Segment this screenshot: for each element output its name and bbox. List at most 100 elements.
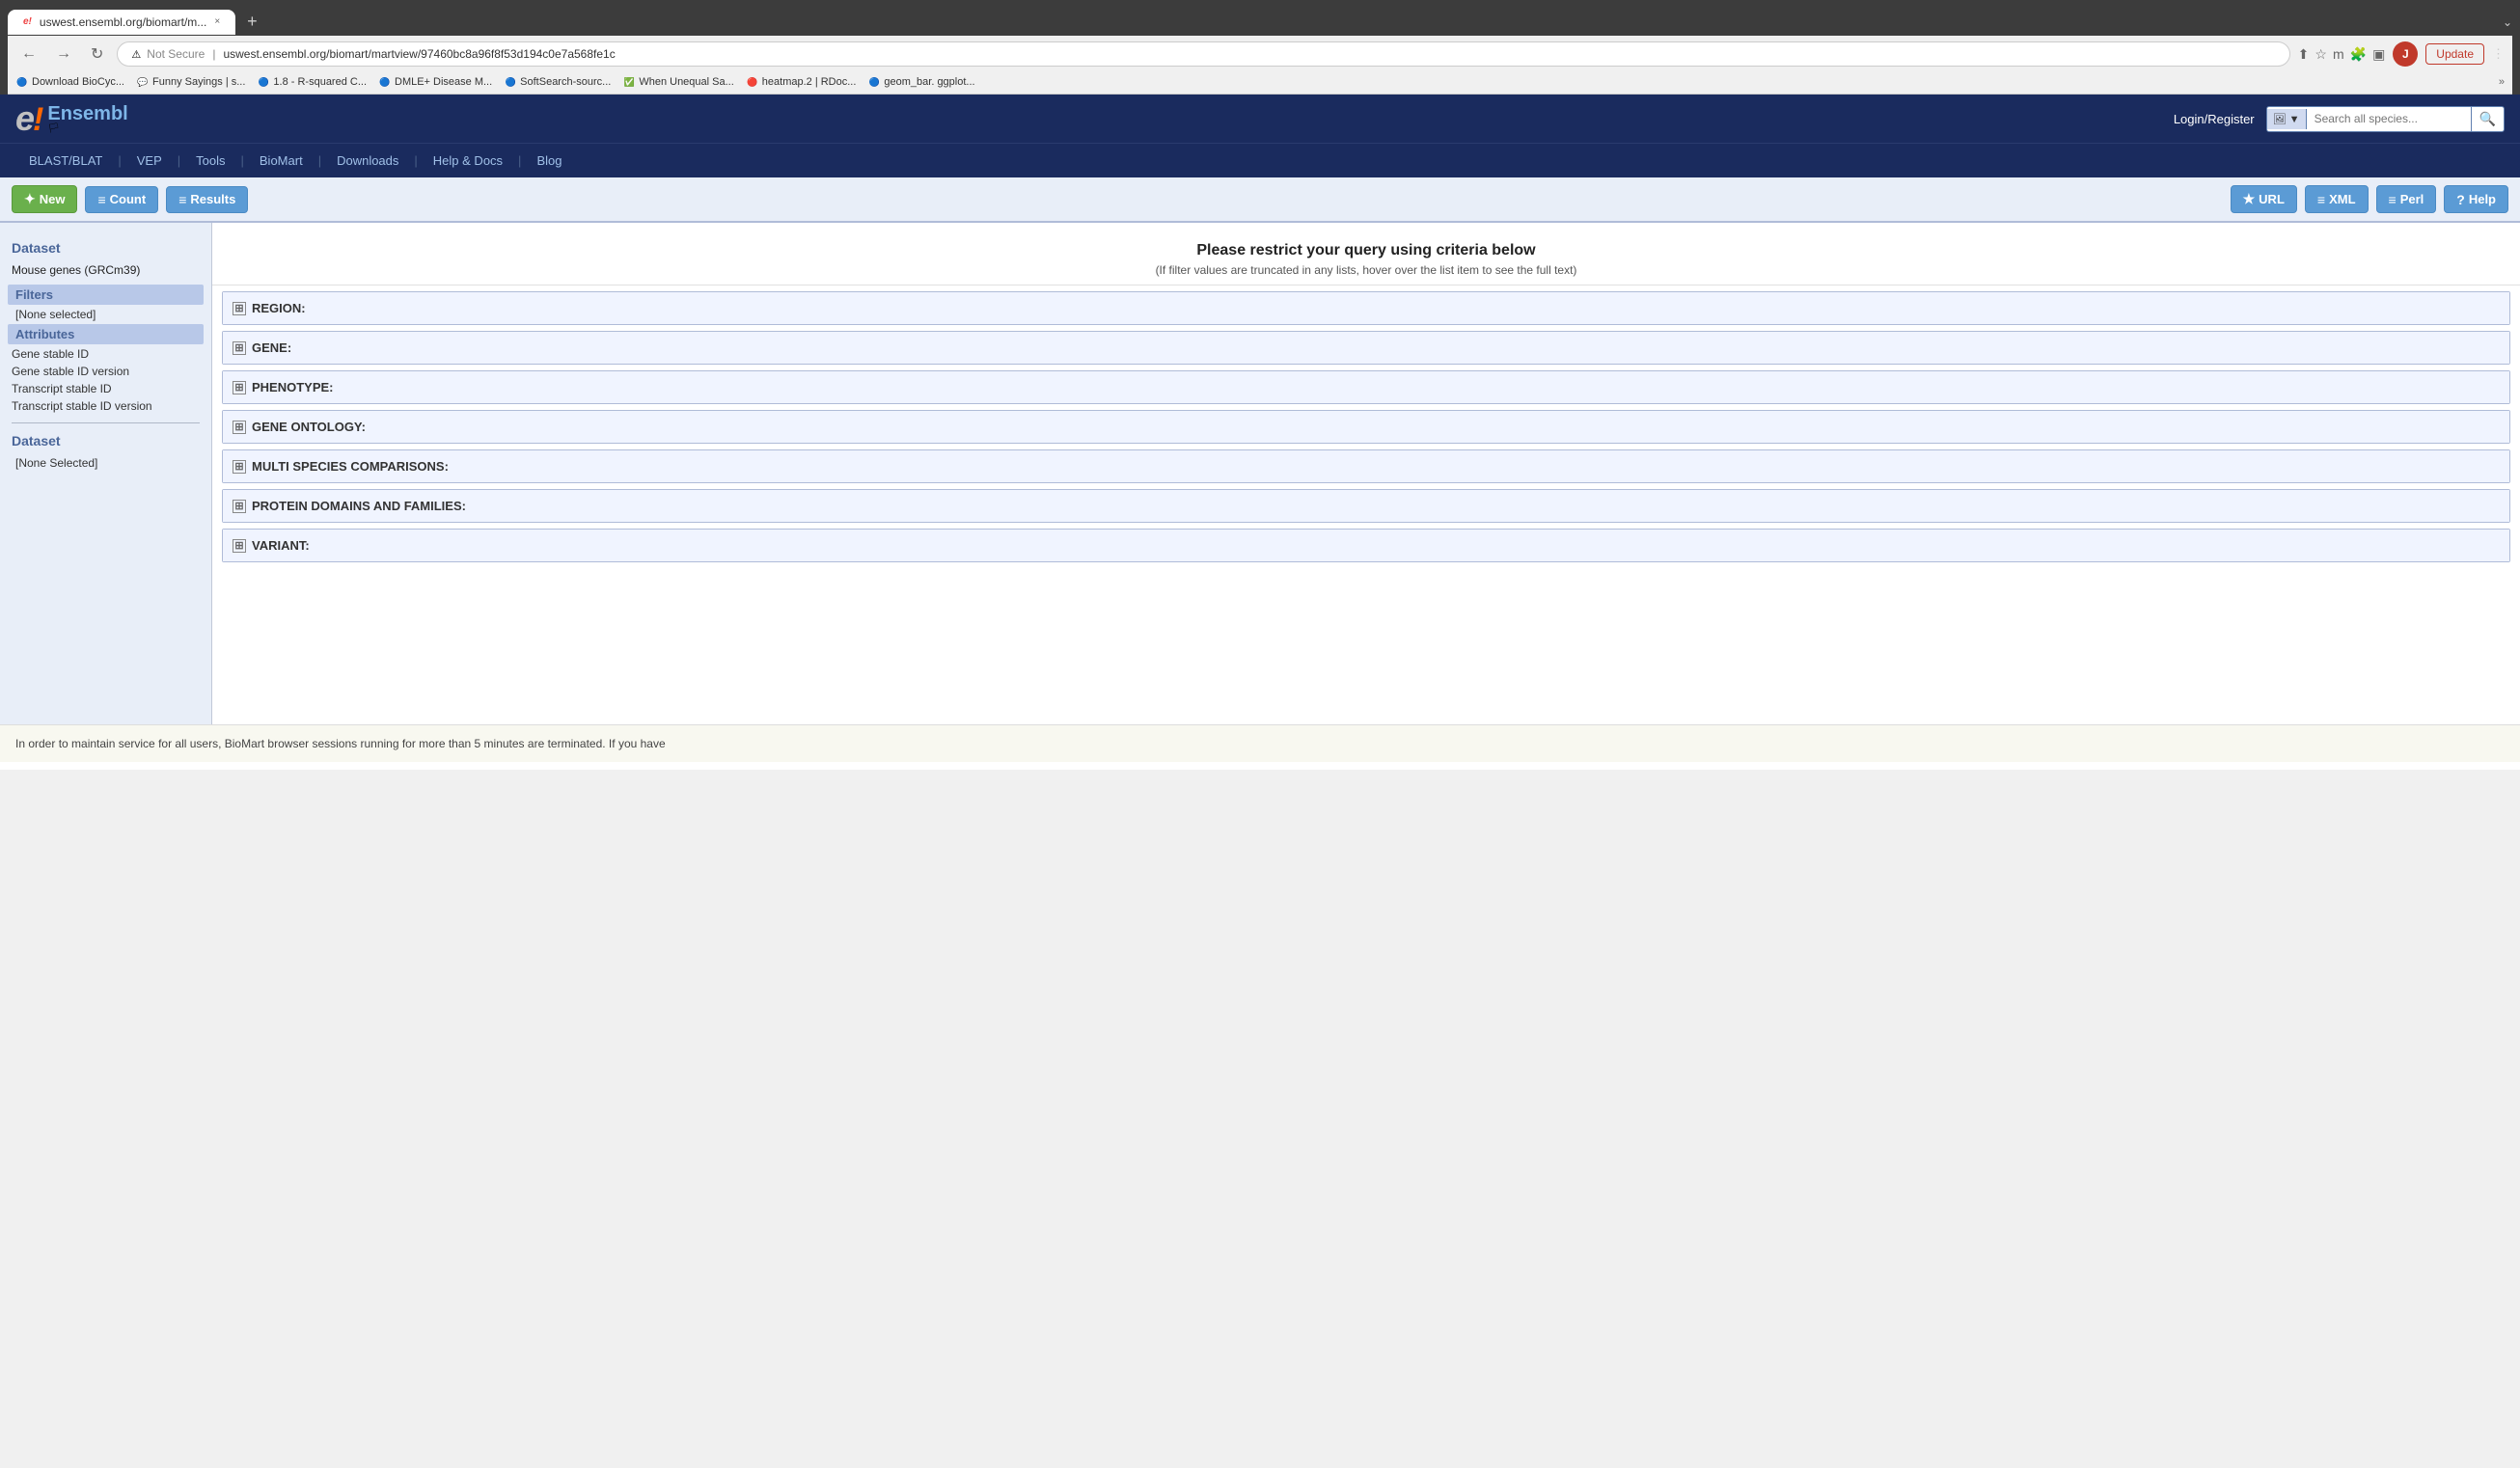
bookmark-3[interactable]: 🔵 DMLE+ Disease M... — [378, 75, 492, 89]
filter-section-region-row[interactable]: ⊞ REGION: — [223, 292, 2509, 324]
filter-section-multi-species-row[interactable]: ⊞ MULTI SPECIES COMPARISONS: — [223, 450, 2509, 482]
search-input[interactable] — [2307, 108, 2471, 129]
bookmark-2[interactable]: 🔵 1.8 - R-squared C... — [257, 75, 367, 89]
help-label: Help — [2469, 192, 2496, 206]
bookmark-label-5: When Unequal Sa... — [639, 76, 733, 88]
sidebar-filters[interactable]: Filters — [8, 285, 204, 305]
expand-gene-icon: ⊞ — [233, 341, 246, 355]
new-button[interactable]: ✦ New — [12, 185, 77, 213]
perl-icon: ≡ — [2389, 192, 2397, 207]
sidebar-attr-transcript-stable-id-version[interactable]: Transcript stable ID version — [8, 397, 204, 415]
filter-section-gene-row[interactable]: ⊞ GENE: — [223, 332, 2509, 364]
nav-sep-2: | — [239, 144, 246, 177]
filter-header: Please restrict your query using criteri… — [212, 223, 2520, 285]
expand-region-icon: ⊞ — [233, 302, 246, 315]
nav-help-docs[interactable]: Help & Docs — [420, 144, 516, 177]
ensembl-header: e! Ensembl 🏳 Login/Register 🖼 ▼ 🔍 — [0, 95, 2520, 177]
perl-button[interactable]: ≡ Perl — [2376, 185, 2437, 213]
bookmark-0[interactable]: 🔵 Download BioCyc... — [15, 75, 124, 89]
user-avatar[interactable]: J — [2393, 41, 2418, 67]
separator: | — [212, 47, 215, 61]
filter-section-variant-row[interactable]: ⊞ VARIANT: — [223, 530, 2509, 561]
sidebar-attr-gene-stable-id[interactable]: Gene stable ID — [8, 345, 204, 363]
filter-multi-species-label: MULTI SPECIES COMPARISONS: — [252, 459, 449, 474]
back-button[interactable]: ← — [15, 43, 42, 65]
bottom-notice: In order to maintain service for all use… — [0, 724, 2520, 762]
filter-protein-domains-label: PROTEIN DOMAINS AND FAMILIES: — [252, 499, 466, 513]
sidebar-toggle-icon[interactable]: ▣ — [2372, 46, 2385, 63]
filter-phenotype-label: PHENOTYPE: — [252, 380, 334, 394]
url-icon: ★ — [2243, 191, 2256, 207]
sidebar-attributes[interactable]: Attributes — [8, 324, 204, 344]
xml-button[interactable]: ≡ XML — [2305, 185, 2369, 213]
bookmark-favicon-0: 🔵 — [15, 75, 29, 89]
bookmark-7[interactable]: 🔵 geom_bar. ggplot... — [867, 75, 974, 89]
m-icon[interactable]: m — [2333, 46, 2344, 62]
new-tab-button[interactable]: + — [239, 8, 265, 36]
filter-title: Please restrict your query using criteri… — [228, 242, 2505, 259]
species-search: 🖼 ▼ 🔍 — [2266, 106, 2505, 132]
security-icon: ⚠ — [131, 48, 141, 61]
sidebar-attr-gene-stable-id-version[interactable]: Gene stable ID version — [8, 363, 204, 380]
extensions-icon[interactable]: 🧩 — [2350, 46, 2367, 63]
results-label: Results — [190, 192, 235, 206]
tab-bar: e! uswest.ensembl.org/biomart/m... × + ⌄ — [8, 8, 2512, 36]
tab-close-button[interactable]: × — [214, 16, 220, 27]
species-selector-icon: 🖼 ▼ — [2273, 114, 2300, 125]
bookmark-1[interactable]: 💬 Funny Sayings | s... — [136, 75, 245, 89]
expand-protein-domains-icon: ⊞ — [233, 500, 246, 513]
species-selector-button[interactable]: 🖼 ▼ — [2267, 109, 2307, 129]
bookmark-6[interactable]: 🔴 heatmap.2 | RDoc... — [746, 75, 857, 89]
bookmark-favicon-3: 🔵 — [378, 75, 392, 89]
filter-section-gene-ontology-row[interactable]: ⊞ GENE ONTOLOGY: — [223, 411, 2509, 443]
nav-biomart[interactable]: BioMart — [246, 144, 316, 177]
share-icon[interactable]: ⬆ — [2298, 46, 2310, 63]
sidebar: Dataset Mouse genes (GRCm39) Filters [No… — [0, 223, 212, 724]
logo-text-area: Ensembl 🏳 — [47, 104, 127, 134]
login-register-link[interactable]: Login/Register — [2174, 112, 2255, 126]
help-icon: ? — [2456, 192, 2465, 207]
nav-blog[interactable]: Blog — [523, 144, 575, 177]
bookmark-4[interactable]: 🔵 SoftSearch-sourc... — [504, 75, 611, 89]
xml-label: XML — [2329, 192, 2355, 206]
bookmark-label-0: Download BioCyc... — [32, 76, 124, 88]
nav-downloads[interactable]: Downloads — [323, 144, 412, 177]
results-button[interactable]: ≡ Results — [166, 186, 248, 213]
logo-flag: 🏳 — [47, 123, 127, 134]
bookmarks-more-button[interactable]: » — [2499, 76, 2505, 88]
nav-vep[interactable]: VEP — [123, 144, 176, 177]
url-button[interactable]: ★ URL — [2231, 185, 2297, 213]
update-button[interactable]: Update — [2425, 43, 2484, 65]
sidebar-dataset2-title: Dataset — [8, 431, 204, 450]
filter-panel: Please restrict your query using criteri… — [212, 223, 2520, 724]
sidebar-attr-transcript-stable-id[interactable]: Transcript stable ID — [8, 380, 204, 397]
address-bar[interactable]: ⚠ Not Secure | uswest.ensembl.org/biomar… — [117, 41, 2289, 67]
bookmark-5[interactable]: ✅ When Unequal Sa... — [622, 75, 733, 89]
logo-ensembl: Ensembl — [47, 104, 127, 123]
forward-button[interactable]: → — [50, 43, 77, 65]
filter-variant-label: VARIANT: — [252, 538, 310, 553]
bottom-notice-text: In order to maintain service for all use… — [15, 737, 666, 750]
filter-section-gene: ⊞ GENE: — [222, 331, 2510, 365]
browser-menu-icon[interactable]: ⋮ — [2492, 46, 2505, 62]
filter-section-phenotype-row[interactable]: ⊞ PHENOTYPE: — [223, 371, 2509, 403]
help-button[interactable]: ? Help — [2444, 185, 2508, 213]
nav-sep-4: | — [412, 144, 419, 177]
bookmark-favicon-7: 🔵 — [867, 75, 881, 89]
bookmark-favicon-4: 🔵 — [504, 75, 517, 89]
refresh-button[interactable]: ↻ — [85, 42, 109, 66]
nav-blast-blat[interactable]: BLAST/BLAT — [15, 144, 116, 177]
not-secure-label: Not Secure — [147, 47, 205, 61]
bookmark-icon[interactable]: ☆ — [2315, 46, 2327, 63]
bookmark-label-6: heatmap.2 | RDoc... — [762, 76, 857, 88]
search-button[interactable]: 🔍 — [2471, 107, 2504, 131]
header-top: e! Ensembl 🏳 Login/Register 🖼 ▼ 🔍 — [0, 95, 2520, 143]
active-tab[interactable]: e! uswest.ensembl.org/biomart/m... × — [8, 10, 235, 35]
sidebar-dataset2-none: [None Selected] — [8, 454, 204, 472]
count-button[interactable]: ≡ Count — [85, 186, 158, 213]
expand-multi-species-icon: ⊞ — [233, 460, 246, 474]
perl-label: Perl — [2400, 192, 2424, 206]
filter-section-protein-domains-row[interactable]: ⊞ PROTEIN DOMAINS AND FAMILIES: — [223, 490, 2509, 522]
bookmark-favicon-2: 🔵 — [257, 75, 270, 89]
nav-tools[interactable]: Tools — [182, 144, 238, 177]
